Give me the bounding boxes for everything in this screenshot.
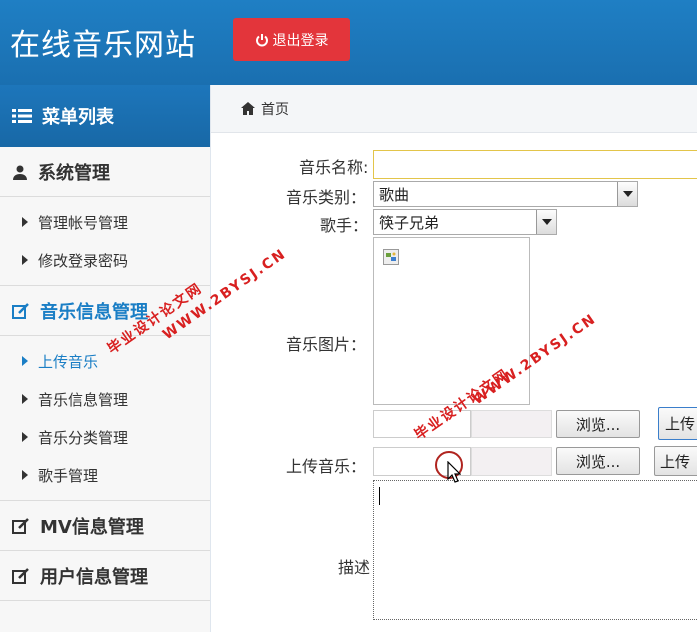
chevron-down-icon [617,182,637,206]
music-file-path [471,447,552,476]
home-icon [241,102,255,115]
category-label: 音乐类别： [286,188,367,207]
chevron-down-icon [536,210,556,234]
caret-right-icon [22,255,28,265]
music-submenu: 上传音乐 音乐信息管理 音乐分类管理 歌手管理 [0,336,210,501]
music-upload-label: 上传音乐： [286,457,367,476]
list-icon [12,109,32,123]
breadcrumb: 首页 [211,85,697,133]
upload-form: 音乐名称: 音乐类别： 歌曲 歌手： 筷子兄弟 音乐图片： 浏览... 上传 上… [211,133,697,632]
image-label: 音乐图片： [286,335,367,354]
image-browse-button[interactable]: 浏览... [556,410,640,438]
edit-icon [12,302,29,319]
logout-button[interactable]: 退出登录 [233,18,350,61]
site-title: 在线音乐网站 [10,28,196,63]
sidebar-item-music-info[interactable]: 音乐信息管理 [0,380,210,418]
singer-value: 筷子兄弟 [379,213,440,232]
mouse-pointer-icon [447,461,461,483]
broken-image-icon [383,249,399,265]
user-icon [13,165,27,180]
sidebar-group-mv[interactable]: MV信息管理 [0,501,210,551]
item-label: 音乐信息管理 [38,390,129,409]
singer-select[interactable]: 筷子兄弟 [373,209,557,235]
sidebar-group-user[interactable]: 用户信息管理 [0,551,210,601]
music-upload-button[interactable]: 上传 [654,446,697,476]
caret-right-icon [22,394,28,404]
music-name-input[interactable] [373,150,697,179]
music-browse-button[interactable]: 浏览... [556,447,640,475]
top-header: 在线音乐网站 退出登录 [0,0,697,85]
item-label: 上传音乐 [38,352,99,371]
category-value: 歌曲 [379,185,410,204]
image-file-path [471,410,552,438]
description-label: 描述 [338,558,371,577]
image-upload-button[interactable]: 上传 [658,407,697,440]
item-label: 修改登录密码 [38,251,129,270]
caret-right-icon [22,470,28,480]
text-caret [379,487,380,505]
sidebar: 菜单列表 系统管理 管理帐号管理 修改登录密码 音乐信息管理 上传音乐 音乐信息… [0,85,211,632]
logout-label: 退出登录 [272,32,329,49]
group-label: MV信息管理 [40,516,144,538]
menu-header: 菜单列表 [0,85,210,147]
description-textarea[interactable] [373,480,697,620]
item-label: 歌手管理 [38,466,99,485]
sidebar-item-singer[interactable]: 歌手管理 [0,456,210,494]
group-label: 用户信息管理 [40,566,148,588]
breadcrumb-home[interactable]: 首页 [261,99,289,119]
singer-label: 歌手： [320,216,369,235]
sidebar-item-music-category[interactable]: 音乐分类管理 [0,418,210,456]
caret-right-icon [22,217,28,227]
group-label: 音乐信息管理 [40,301,148,323]
category-select[interactable]: 歌曲 [373,181,638,207]
caret-right-icon [22,356,28,366]
edit-icon [12,517,29,534]
edit-icon [12,567,29,584]
sidebar-item-admin-accounts[interactable]: 管理帐号管理 [0,203,210,241]
power-icon [255,33,268,46]
item-label: 管理帐号管理 [38,213,129,232]
system-submenu: 管理帐号管理 修改登录密码 [0,197,210,286]
sidebar-group-system[interactable]: 系统管理 [0,147,210,197]
sidebar-item-upload-music[interactable]: 上传音乐 [0,342,210,380]
item-label: 音乐分类管理 [38,428,129,447]
group-label: 系统管理 [38,162,110,184]
caret-right-icon [22,432,28,442]
sidebar-item-change-password[interactable]: 修改登录密码 [0,241,210,279]
menu-title: 菜单列表 [42,107,114,128]
name-label: 音乐名称: [299,158,369,177]
